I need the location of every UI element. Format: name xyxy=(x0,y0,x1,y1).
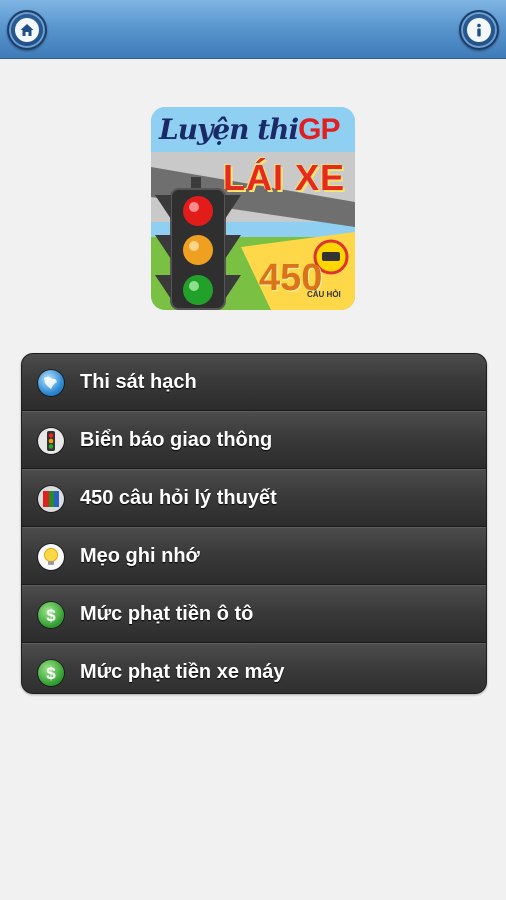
home-button[interactable] xyxy=(7,10,47,50)
info-icon xyxy=(467,18,491,42)
lightbulb-icon xyxy=(38,544,64,570)
svg-text:$: $ xyxy=(46,664,56,683)
menu-item-450-questions[interactable]: 450 câu hỏi lý thuyết xyxy=(22,469,486,527)
app-logo: Luyện thiGP LÁI XE 450 CÂU HỎI xyxy=(151,107,355,310)
header-bar xyxy=(0,0,506,59)
menu-item-label: Mức phạt tiền xe máy xyxy=(80,661,285,683)
menu-item-label: Biển báo giao thông xyxy=(80,429,273,451)
menu-item-memory-tips[interactable]: Mẹo ghi nhớ xyxy=(22,527,486,585)
menu-item-car-fines[interactable]: $ Mức phạt tiền ô tô xyxy=(22,585,486,643)
money-icon: $ xyxy=(38,602,64,628)
menu-item-motorbike-fines[interactable]: $ Mức phạt tiền xe máy xyxy=(22,643,486,693)
book-icon xyxy=(38,486,64,512)
globe-icon xyxy=(38,370,64,396)
logo-title: Luyện thiGP xyxy=(159,113,341,146)
home-icon xyxy=(15,18,39,42)
info-button[interactable] xyxy=(459,10,499,50)
menu-item-label: Thi sát hạch xyxy=(80,371,197,393)
main-menu: Thi sát hạch Biển báo giao thông 450 câu… xyxy=(21,353,487,694)
menu-item-label: Mẹo ghi nhớ xyxy=(80,545,200,567)
logo-small-text: CÂU HỎI xyxy=(307,290,341,299)
traffic-light-icon xyxy=(38,428,64,454)
menu-item-label: 450 câu hỏi lý thuyết xyxy=(80,487,277,509)
money-icon: $ xyxy=(38,660,64,686)
svg-text:$: $ xyxy=(46,606,56,625)
menu-item-exam[interactable]: Thi sát hạch xyxy=(22,354,486,411)
menu-item-label: Mức phạt tiền ô tô xyxy=(80,603,254,625)
menu-item-traffic-signs[interactable]: Biển báo giao thông xyxy=(22,411,486,469)
logo-subtitle: LÁI XE xyxy=(223,157,346,198)
